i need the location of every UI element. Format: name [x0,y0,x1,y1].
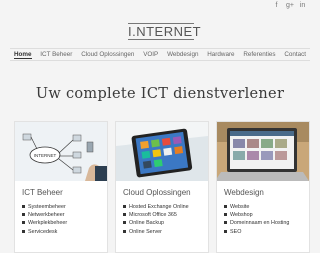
card-title: Webdesign [224,188,264,197]
linkedin-icon[interactable]: in [299,2,306,10]
svg-text:INTERNET: INTERNET [34,153,57,158]
card-list: Hosted Exchange Online Microsoft Office … [123,203,189,236]
social-links: f g+ in [273,2,306,10]
nav-item-home[interactable]: Home [14,51,32,59]
card-title: Cloud Oplossingen [123,188,191,197]
card-list: Systeembeheer Netwerkbeheer Werkplekbehe… [22,203,67,236]
list-item[interactable]: Domeinnaam en Hosting [224,219,289,227]
top-bar: f g+ in [0,0,320,14]
nav-item-webdesign[interactable]: Webdesign [167,51,198,58]
list-item[interactable]: Online Server [123,228,189,236]
list-item[interactable]: SEO [224,228,289,236]
list-item[interactable]: Online Backup [123,219,189,227]
nav-item-referenties[interactable]: Referenties [243,51,275,58]
googleplus-icon[interactable]: g+ [286,2,294,10]
list-item[interactable]: Netwerkbeheer [22,211,67,219]
list-item[interactable]: Website [224,203,289,211]
list-item[interactable]: Hosted Exchange Online [123,203,189,211]
hero-title: Uw complete ICT dienstverlener [35,86,285,102]
card-webdesign[interactable]: Webdesign Website Webshop Domeinnaam en … [216,121,310,253]
site-logo[interactable]: I.NTERNET [128,23,201,40]
list-item[interactable]: Systeembeheer [22,203,67,211]
tablet-image [116,122,208,181]
network-diagram-image: INTERNET [15,122,107,181]
card-title: ICT Beheer [22,188,63,197]
list-item[interactable]: Microsoft Office 365 [123,211,189,219]
card-cloud-oplossingen[interactable]: Cloud Oplossingen Hosted Exchange Online… [115,121,209,253]
card-ict-beheer[interactable]: INTERNET ICT Beheer Systeembeheer Netwer… [14,121,108,253]
nav-item-contact[interactable]: Contact [284,51,306,58]
facebook-icon[interactable]: f [273,2,280,10]
main-nav: Home ICT Beheer Cloud Oplossingen VOIP W… [10,48,310,61]
nav-item-hardware[interactable]: Hardware [207,51,234,58]
nav-item-ict-beheer[interactable]: ICT Beheer [40,51,72,58]
laptop-image [217,122,309,181]
nav-item-voip[interactable]: VOIP [143,51,158,58]
list-item[interactable]: Webshop [224,211,289,219]
nav-item-cloud-oplossingen[interactable]: Cloud Oplossingen [81,51,134,58]
list-item[interactable]: Servicedesk [22,228,67,236]
card-list: Website Webshop Domeinnaam en Hosting SE… [224,203,289,236]
list-item[interactable]: Werkplekbeheer [22,219,67,227]
